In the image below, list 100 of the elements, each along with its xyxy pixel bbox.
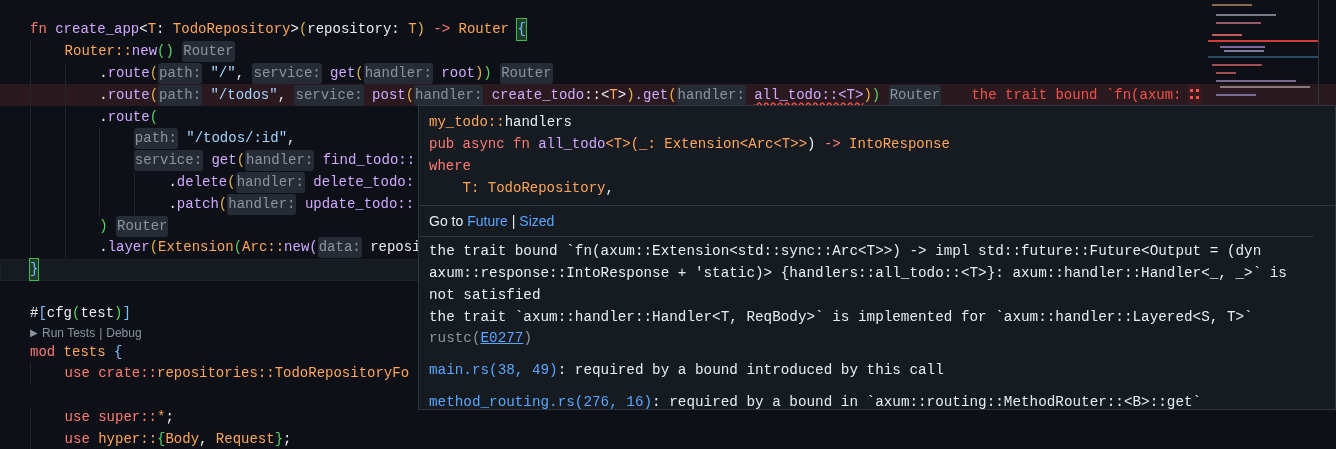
keyword: ->	[433, 20, 452, 40]
function-name: delete	[176, 172, 228, 192]
error-code-link[interactable]: E0277	[480, 330, 524, 347]
function-name: route	[107, 64, 150, 83]
function-name: layer	[107, 238, 150, 258]
function-name: all_todo	[538, 135, 606, 155]
inlay-hint: data:	[317, 237, 362, 259]
type-name: <T>(_:	[605, 135, 657, 155]
type-name: repositories::TodoRepositoryFo	[157, 364, 410, 384]
inlay-hint: handler:	[676, 84, 746, 106]
separator: |	[99, 324, 103, 342]
code-text: ;	[283, 429, 292, 449]
bracket: (	[233, 238, 243, 258]
matched-bracket: }	[30, 259, 39, 281]
bracket: (	[218, 194, 228, 214]
type-name: T: TodoRepository	[461, 178, 606, 198]
function-name: patch	[176, 194, 219, 214]
inlay-hint: Router	[116, 215, 169, 237]
keyword: fn	[30, 20, 48, 40]
code-text: .	[99, 238, 108, 258]
inlay-hint: Router	[500, 63, 553, 84]
code-text: <	[139, 20, 148, 40]
type-name: *	[157, 407, 166, 427]
bracket: (	[149, 64, 159, 83]
inlay-hint: path:	[133, 128, 178, 150]
inlay-hint: handler:	[235, 171, 305, 193]
code-text: ,	[287, 129, 296, 149]
function-name: route	[107, 85, 150, 105]
function-name: route	[107, 107, 150, 127]
inlay-hint: service:	[252, 63, 322, 84]
type-link[interactable]: Future	[467, 210, 508, 232]
bracket: )	[474, 64, 484, 83]
type-name: Router::	[64, 42, 132, 62]
codelens-link[interactable]: Run Tests	[42, 323, 96, 342]
type-name: Extension	[158, 238, 234, 258]
bracket: (	[309, 238, 318, 258]
code-text: ;	[165, 407, 174, 427]
bracket: (	[227, 172, 236, 192]
codelens-link[interactable]: Debug	[106, 323, 142, 342]
error-message: the trait `axum::handler::Handler<T, ReqBody>` is implemented for `axum::handler::Layered<S, T>`	[429, 308, 1253, 325]
code-text: cfg	[46, 303, 73, 323]
inlay-hint: path:	[158, 63, 203, 84]
bracket: (	[149, 85, 159, 105]
code-text: #	[30, 303, 39, 323]
code-text: .	[99, 107, 108, 127]
bracket: }	[274, 429, 284, 449]
bracket: (	[298, 20, 308, 40]
code-text: .	[168, 194, 177, 214]
type-name: T	[408, 20, 417, 40]
play-icon[interactable]: ▶	[30, 325, 38, 341]
bracket: ]	[122, 303, 131, 323]
inlay-hint: handler:	[363, 63, 433, 84]
keyword: where	[429, 157, 471, 176]
inlay-hint: handler:	[414, 84, 484, 106]
type-name: Router	[458, 20, 510, 40]
location-link[interactable]: method_routing.rs(276, 16)	[429, 393, 653, 409]
bracket: {	[114, 342, 123, 362]
type-link[interactable]: Sized	[519, 210, 555, 232]
code-text: )	[807, 135, 817, 155]
type-name: TodoRepository	[172, 20, 291, 40]
bracket: [	[38, 303, 47, 323]
function-name: create_app	[55, 20, 140, 40]
error-source: rustc(	[429, 330, 481, 347]
function-name: all_todo::<T>	[754, 85, 864, 105]
inlay-hint: path:	[158, 84, 203, 106]
code-text: .	[168, 172, 177, 192]
separator: |	[511, 211, 516, 231]
inlay-hint: service:	[133, 150, 204, 172]
error-source: )	[523, 330, 532, 347]
type-name: Arc::	[242, 238, 285, 258]
function-name: update_todo::	[304, 194, 415, 214]
function-name: create_todo	[491, 85, 585, 105]
function-name: get	[330, 64, 356, 83]
string-literal: "/"	[210, 64, 236, 83]
code-text: ,	[199, 429, 209, 449]
bracket: (	[149, 107, 159, 127]
code-text: >	[290, 20, 299, 40]
bracket: {	[157, 429, 166, 449]
bracket: )	[626, 85, 635, 105]
code-text: .	[99, 64, 108, 83]
type-name: my_todo::	[429, 113, 505, 133]
function-name: get	[211, 151, 237, 171]
bracket: )	[99, 216, 109, 236]
bracket: (	[668, 85, 677, 105]
inlay-hint: Router	[888, 84, 942, 106]
bracket: )	[416, 20, 426, 40]
bracket: (	[236, 151, 246, 171]
related-info-text: : required by a bound introduced by this call	[557, 362, 944, 379]
function-name: new	[284, 238, 310, 258]
function-name: new	[131, 42, 158, 62]
inline-error-message: the trait bound `fn(axum:	[971, 85, 1182, 105]
code-text: reposi	[370, 238, 421, 258]
bracket: (	[72, 303, 81, 323]
location-link[interactable]: main.rs(38, 49)	[429, 362, 558, 379]
keyword: use super::	[64, 407, 158, 427]
function-name: .get	[634, 85, 669, 105]
inlay-hint: handler:	[245, 150, 315, 172]
code-text: :	[156, 20, 166, 40]
type-name: T	[147, 20, 157, 40]
type-name: T	[609, 85, 618, 105]
